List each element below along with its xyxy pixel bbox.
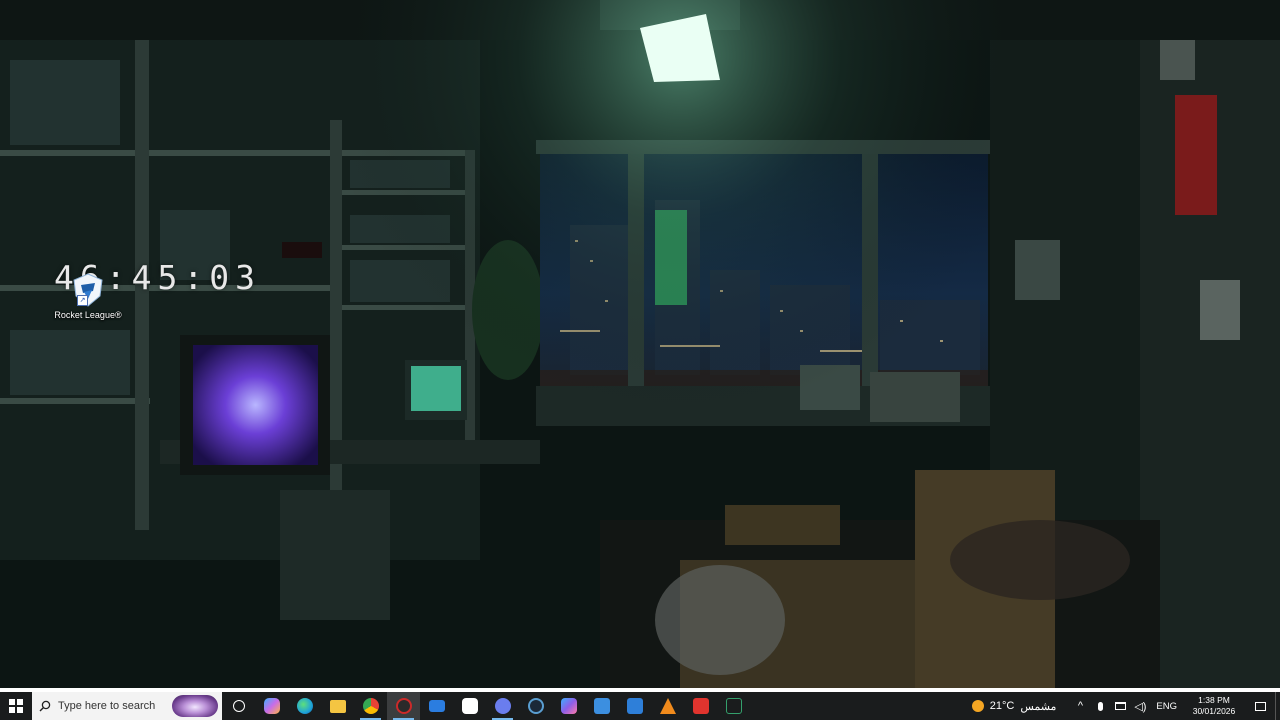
vlc-icon <box>659 698 676 714</box>
network-icon[interactable] <box>1110 692 1130 720</box>
window-icon <box>626 698 643 714</box>
steam-icon <box>527 698 544 714</box>
active-app-button[interactable] <box>387 692 420 720</box>
discord-button[interactable] <box>486 692 519 720</box>
taskbar-search-box[interactable]: Type here to search <box>32 692 222 720</box>
weather-condition: مشمس <box>1020 700 1057 713</box>
shortcut-arrow-icon: ↗ <box>77 295 88 306</box>
file-explorer-button[interactable] <box>321 692 354 720</box>
capcut-button[interactable] <box>453 692 486 720</box>
notification-icon <box>1254 701 1266 711</box>
app-blue2-button[interactable] <box>618 692 651 720</box>
edge-icon <box>296 698 313 714</box>
game-launcher-button[interactable] <box>684 692 717 720</box>
folder-icon <box>329 699 346 713</box>
sun-icon <box>971 700 984 712</box>
weather-temp: 21°C <box>989 700 1015 712</box>
rocket-league-icon: ↗ <box>70 272 106 308</box>
language-indicator[interactable]: ENG <box>1150 701 1183 712</box>
window-icon <box>593 698 610 714</box>
volume-icon[interactable]: ◁) <box>1130 692 1150 720</box>
chrome-button[interactable] <box>354 692 387 720</box>
wallpaper <box>0 0 1280 688</box>
excel-button[interactable] <box>717 692 750 720</box>
vlc-button[interactable] <box>651 692 684 720</box>
discord-icon <box>494 698 511 714</box>
start-button[interactable] <box>0 692 32 720</box>
search-placeholder: Type here to search <box>58 700 156 712</box>
search-icon <box>32 700 58 712</box>
mail-button[interactable] <box>420 692 453 720</box>
circle-icon <box>232 700 245 712</box>
cortana-button[interactable] <box>222 692 255 720</box>
weather-widget[interactable]: 21°C مشمس <box>971 700 1071 713</box>
desktop: 46:45:03 ↗ Rocket League® <box>0 0 1280 688</box>
copilot-button[interactable] <box>255 692 288 720</box>
chevron-up-icon[interactable]: ^ <box>1070 692 1090 720</box>
show-desktop-button[interactable] <box>1275 692 1280 720</box>
system-tray: 21°C مشمس ^ ◁) ENG 1:38 PM 30/01/2026 <box>971 692 1280 720</box>
taskbar: Type here to search 21°C مشمس ^ ◁) ENG 1… <box>0 692 1280 720</box>
steam-button[interactable] <box>519 692 552 720</box>
mail-icon <box>428 700 445 712</box>
app-blue-button[interactable] <box>585 692 618 720</box>
desktop-icon-label: Rocket League® <box>54 310 122 320</box>
search-highlight-image <box>172 695 218 717</box>
capcut-icon <box>461 698 478 714</box>
taskbar-clock[interactable]: 1:38 PM 30/01/2026 <box>1183 695 1245 717</box>
taskbar-date: 30/01/2026 <box>1192 706 1236 716</box>
excel-icon <box>725 698 742 714</box>
copilot-icon <box>263 698 280 714</box>
edge-button[interactable] <box>288 692 321 720</box>
app-icon <box>395 698 412 714</box>
notifications-button[interactable] <box>1245 701 1275 711</box>
desktop-icon-rocket-league[interactable]: ↗ Rocket League® <box>52 272 124 321</box>
windows-logo-icon <box>9 699 23 713</box>
m365-icon <box>560 698 577 714</box>
m365-button[interactable] <box>552 692 585 720</box>
microphone-icon[interactable] <box>1090 692 1110 720</box>
launcher-icon <box>692 698 709 714</box>
chrome-icon <box>362 698 379 714</box>
taskbar-time: 1:38 PM <box>1198 695 1230 705</box>
